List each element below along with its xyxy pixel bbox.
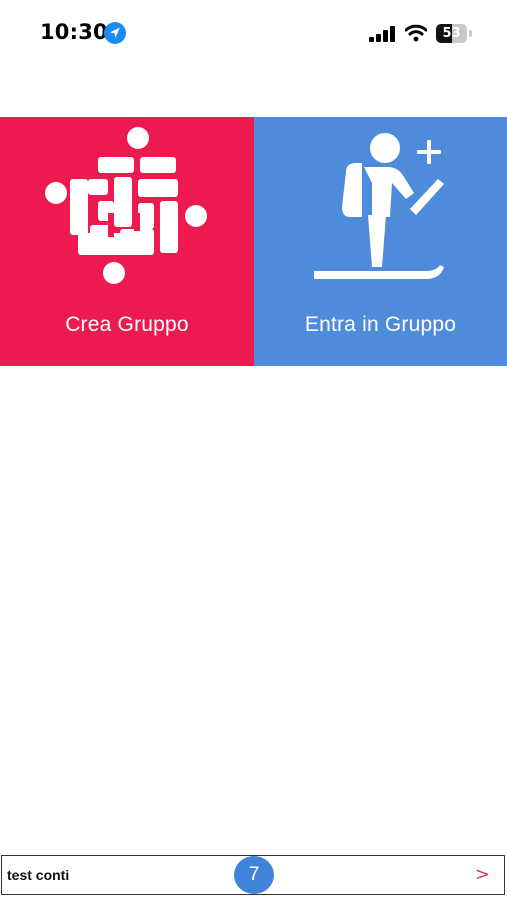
location-arrow-icon: [104, 22, 126, 44]
status-bar: 10:30 53: [0, 0, 507, 68]
chevron-right-icon[interactable]: >: [475, 864, 490, 885]
puzzle-group-icon: [45, 127, 207, 284]
status-time: 10:30: [40, 20, 108, 44]
group-bar[interactable]: test conti 7 >: [1, 855, 505, 895]
create-group-tile[interactable]: Crea Gruppo: [0, 117, 254, 366]
skier-add-icon: [314, 133, 444, 279]
create-group-label: Crea Gruppo: [65, 313, 189, 336]
group-name: test conti: [7, 867, 70, 883]
join-group-tile[interactable]: Entra in Gruppo: [254, 117, 507, 366]
member-count-badge: 7: [234, 856, 274, 894]
battery-body: 53: [436, 24, 467, 43]
battery-icon: 53: [436, 24, 472, 43]
battery-level: 53: [442, 26, 461, 41]
battery-tip: [469, 30, 472, 37]
join-group-label: Entra in Gruppo: [304, 313, 457, 336]
wifi-icon: [405, 24, 427, 42]
cellular-signal-icon: [369, 26, 395, 42]
